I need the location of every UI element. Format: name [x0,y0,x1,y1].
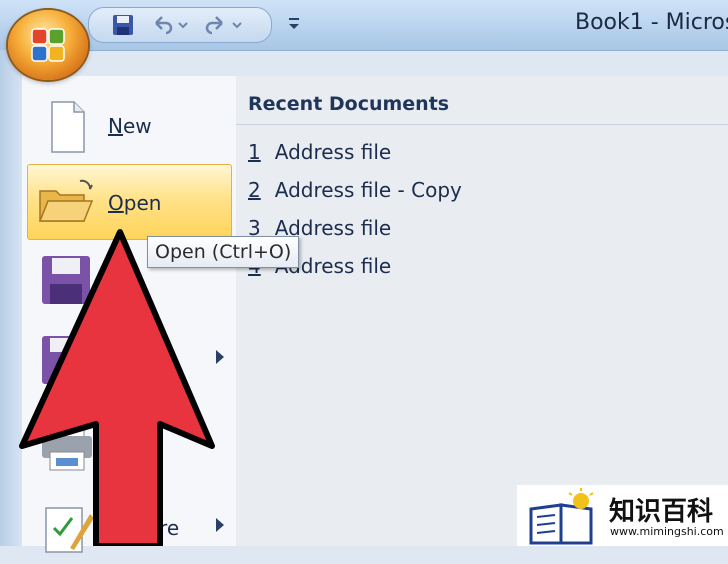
chevron-down-icon[interactable] [175,13,191,37]
menu-label-new: New [108,114,152,138]
quick-access-toolbar [88,7,272,43]
recent-document-number: 2 [248,178,261,202]
watermark-title: 知识百科 [609,497,714,527]
menu-item-print[interactable]: t [28,408,232,482]
tooltip: Open (Ctrl+O) [147,236,300,268]
customize-qat-icon[interactable] [284,12,304,36]
undo-icon[interactable] [149,13,175,37]
book-lightbulb-icon [529,488,594,545]
redo-icon[interactable] [203,13,229,37]
menu-label-prepare: repare [114,516,180,540]
menu-label-print: t [138,434,146,458]
title-bar: Book1 - Microso [0,0,728,51]
save-as-icon [36,332,98,388]
menu-label-open: Open [108,191,162,215]
submenu-arrow-icon [216,350,224,364]
recent-document-name: Address file - Copy [274,178,462,202]
recent-document-number: 1 [248,140,261,164]
office-button[interactable] [8,10,88,80]
recent-document-item[interactable]: 1 Address file [248,140,391,164]
divider [236,124,728,125]
window-frame-left [0,50,22,546]
office-logo-icon [31,28,65,62]
prepare-icon [36,500,98,556]
watermark-url: www.mimingshi.com [610,525,724,538]
watermark: 知识百科 www.mimingshi.com [517,485,728,546]
save-icon[interactable] [109,13,137,37]
submenu-arrow-icon [216,518,224,532]
recent-documents-panel: Recent Documents 1 Address file 2 Address … [236,76,728,546]
chevron-down-icon[interactable] [229,13,245,37]
window-title: Book1 - Microso [575,10,728,35]
recent-document-item[interactable]: 2 Address file - Copy [248,178,462,202]
recent-documents-title: Recent Documents [248,93,450,115]
print-icon [36,418,98,474]
menu-item-prepare[interactable]: repare [28,490,232,564]
open-folder-icon [36,175,98,231]
menu-item-save-as[interactable] [28,322,232,396]
menu-item-open[interactable]: Open [27,164,232,240]
save-icon [36,252,98,308]
new-document-icon [36,98,98,154]
office-menu: New Open t repare [22,76,237,553]
recent-document-name: Address file [274,140,392,164]
menu-item-new[interactable]: New [28,88,232,162]
